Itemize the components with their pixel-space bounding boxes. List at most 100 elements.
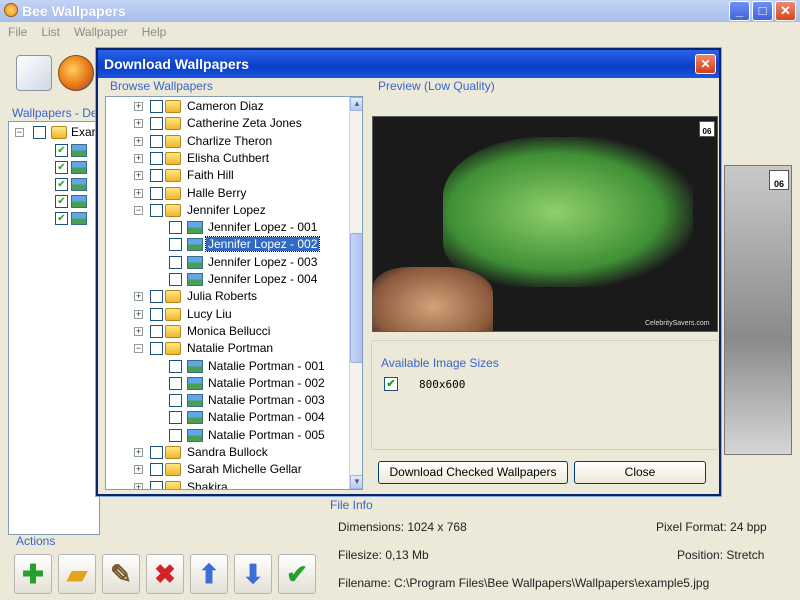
tree-checkbox[interactable] [150, 307, 163, 321]
delete-button[interactable]: ✖ [146, 554, 184, 594]
tree-image-row[interactable]: Natalie Portman - 002 [106, 375, 346, 392]
tree-checkbox[interactable] [169, 394, 182, 408]
tree-item-label: Natalie Portman - 003 [208, 393, 325, 408]
tree-image-row[interactable]: Jennifer Lopez - 001 [106, 219, 346, 236]
move-up-button[interactable]: ⬆ [190, 554, 228, 594]
tree-checkbox[interactable] [169, 411, 182, 425]
expand-icon[interactable]: + [134, 171, 143, 181]
folder-icon [165, 446, 181, 459]
item-checkbox[interactable]: ✔ [55, 178, 68, 191]
menu-help[interactable]: Help [134, 22, 173, 42]
tree-checkbox[interactable] [150, 169, 163, 183]
tree-checkbox[interactable] [150, 117, 163, 131]
tree-folder-row[interactable]: − Jennifer Lopez [106, 202, 346, 219]
collapse-icon[interactable]: − [134, 205, 143, 215]
expand-icon[interactable]: + [134, 102, 143, 111]
item-checkbox[interactable]: ✔ [55, 195, 68, 208]
expand-icon[interactable]: + [134, 153, 143, 163]
tree-checkbox[interactable] [150, 290, 163, 304]
document-list-icon[interactable] [16, 55, 52, 91]
tree-folder-row[interactable]: + Elisha Cuthbert [106, 150, 346, 167]
tree-folder-row[interactable]: + Faith Hill [106, 167, 346, 184]
tree-checkbox[interactable] [150, 342, 163, 356]
size-checkbox[interactable]: ✔ [384, 377, 398, 391]
tree-folder-row[interactable]: + Catherine Zeta Jones [106, 115, 346, 132]
image-icon [187, 411, 203, 425]
tree-folder-row[interactable]: + Monica Bellucci [106, 323, 346, 340]
wallpaper-browse-tree[interactable]: + Cameron Diaz + Catherine Zeta Jones + Charl… [105, 96, 363, 490]
maximize-button[interactable]: □ [752, 1, 773, 21]
menu-file[interactable]: File [0, 22, 33, 42]
scroll-up-icon[interactable]: ▲ [350, 97, 362, 111]
web-globe-icon[interactable] [58, 55, 94, 91]
dialog-close-button[interactable]: Close [574, 461, 706, 484]
tree-checkbox[interactable] [169, 221, 182, 235]
menu-wallpaper[interactable]: Wallpaper [66, 22, 134, 42]
tree-checkbox[interactable] [150, 151, 163, 165]
main-title-bar[interactable]: Bee Wallpapers [0, 0, 800, 22]
tree-checkbox[interactable] [150, 480, 163, 489]
menu-list[interactable]: List [33, 22, 66, 42]
image-icon [71, 161, 87, 174]
tree-checkbox[interactable] [169, 428, 182, 442]
tree-folder-row[interactable]: + Cameron Diaz [106, 98, 346, 115]
item-checkbox[interactable]: ✔ [55, 161, 68, 174]
expand-icon[interactable]: + [134, 448, 143, 457]
expand-icon[interactable]: + [134, 465, 143, 475]
expand-icon[interactable]: + [134, 309, 143, 319]
tree-image-row[interactable]: Natalie Portman - 004 [106, 409, 346, 426]
expand-icon[interactable]: + [134, 119, 143, 129]
tree-image-row[interactable]: Natalie Portman - 001 [106, 358, 346, 375]
tree-checkbox[interactable] [169, 255, 182, 269]
tree-checkbox[interactable] [169, 376, 182, 390]
tree-checkbox[interactable] [150, 463, 163, 477]
root-checkbox[interactable] [33, 126, 46, 139]
add-folder-button[interactable]: ▰ [58, 554, 96, 594]
collapse-icon[interactable]: − [134, 344, 143, 354]
tree-image-row[interactable]: Natalie Portman - 005 [106, 427, 346, 444]
scroll-down-icon[interactable]: ▼ [350, 475, 362, 489]
tree-checkbox[interactable] [169, 359, 182, 373]
apply-button[interactable]: ✔ [278, 554, 316, 594]
tree-item-label: Jennifer Lopez - 004 [208, 272, 318, 286]
dialog-title-bar[interactable]: Download Wallpapers [98, 50, 719, 78]
tree-scrollbar[interactable]: ▲ ▼ [349, 97, 362, 489]
expand-icon[interactable]: + [134, 188, 143, 198]
tree-folder-row[interactable]: + Lucy Liu [106, 306, 346, 323]
tree-checkbox[interactable] [150, 186, 163, 200]
tree-checkbox[interactable] [150, 446, 163, 459]
dialog-close-icon[interactable]: ✕ [695, 54, 716, 74]
tree-folder-row[interactable]: + Halle Berry [106, 185, 346, 202]
scroll-thumb[interactable] [350, 233, 362, 363]
tree-folder-row[interactable]: + Sandra Bullock [106, 444, 346, 461]
tree-checkbox[interactable] [150, 134, 163, 148]
tree-folder-row[interactable]: + Charlize Theron [106, 133, 346, 150]
tree-image-row[interactable]: Jennifer Lopez - 004 [106, 271, 346, 288]
move-down-button[interactable]: ⬇ [234, 554, 272, 594]
wallpaper-list-tree[interactable]: − Exar ✔ ✔ ✔ ✔ ✔ [8, 121, 100, 535]
tree-folder-row[interactable]: + Shakira [106, 479, 346, 489]
tree-checkbox[interactable] [150, 203, 163, 217]
tree-checkbox[interactable] [169, 273, 182, 286]
item-checkbox[interactable]: ✔ [55, 144, 68, 157]
tree-checkbox[interactable] [150, 324, 163, 338]
tree-image-row[interactable]: Jennifer Lopez - 003 [106, 254, 346, 271]
tree-image-row[interactable]: Natalie Portman - 003 [106, 392, 346, 409]
close-window-button[interactable]: ✕ [775, 1, 796, 21]
tree-folder-row[interactable]: + Julia Roberts [106, 288, 346, 305]
expand-icon[interactable]: + [134, 482, 143, 489]
item-checkbox[interactable]: ✔ [55, 212, 68, 225]
collapse-icon[interactable]: − [15, 128, 24, 137]
download-checked-button[interactable]: Download Checked Wallpapers [378, 461, 568, 484]
tree-folder-row[interactable]: − Natalie Portman [106, 340, 346, 357]
expand-icon[interactable]: + [134, 326, 143, 336]
tree-folder-row[interactable]: + Sarah Michelle Gellar [106, 461, 346, 478]
expand-icon[interactable]: + [134, 292, 143, 302]
expand-icon[interactable]: + [134, 136, 143, 146]
tree-image-row[interactable]: Jennifer Lopez - 002 [106, 236, 346, 253]
add-button[interactable]: ✚ [14, 554, 52, 594]
tree-checkbox[interactable] [169, 238, 182, 252]
minimize-button[interactable]: _ [729, 1, 750, 21]
edit-button[interactable]: ✎ [102, 554, 140, 594]
tree-checkbox[interactable] [150, 100, 163, 113]
